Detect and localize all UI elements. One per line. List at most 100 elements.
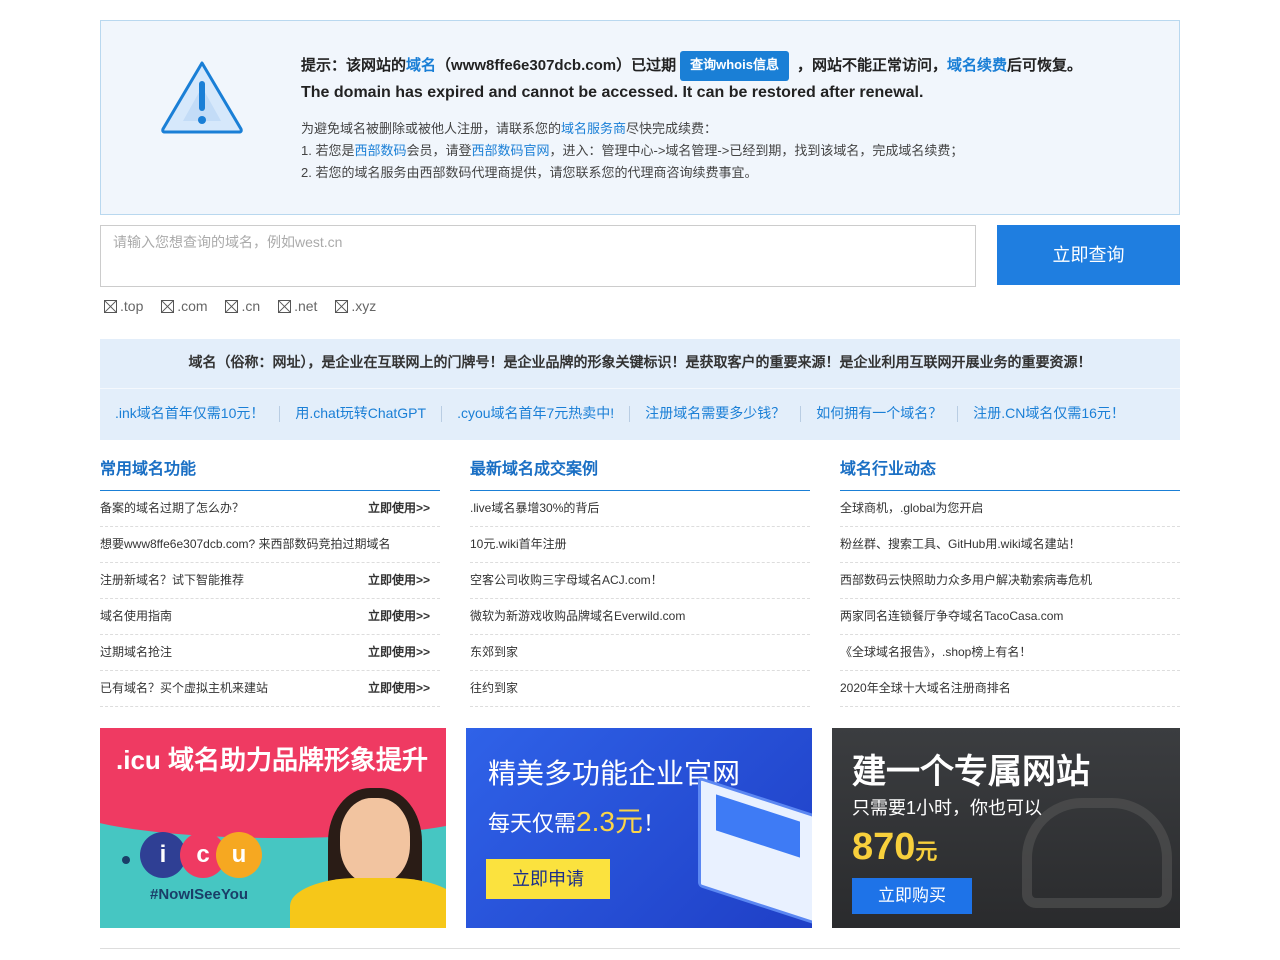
promo-link-ink[interactable]: .ink域名首年仅需10元！ <box>115 389 264 437</box>
tld-checkbox-xyz[interactable]: .xyz <box>335 298 376 314</box>
search-button[interactable]: 立即查询 <box>997 225 1180 285</box>
ad-subtitle: 只需要1小时，你也可以 <box>852 798 1043 818</box>
use-now-link[interactable]: 立即使用>> <box>368 671 430 705</box>
list-item[interactable]: 已有域名？买个虚拟主机来建站 立即使用>> <box>100 671 440 707</box>
list-item[interactable]: 两家同名连锁餐厅争夺域名TacoCasa.com <box>840 599 1180 635</box>
use-now-link[interactable]: 立即使用>> <box>368 635 430 669</box>
promo-link-howto[interactable]: 如何拥有一个域名？ <box>816 389 942 437</box>
domain-link[interactable]: 域名 <box>406 57 436 74</box>
ad-title: 建一个专属网站 <box>852 753 1090 791</box>
list-item[interactable]: 备案的域名过期了怎么办？ 立即使用>> <box>100 491 440 527</box>
list-item[interactable]: 往约到家 <box>470 671 810 707</box>
list-item-text[interactable]: 已有域名？买个虚拟主机来建站 <box>100 681 268 695</box>
divider <box>800 406 802 423</box>
list-item[interactable]: 微软为新游戏收购品牌域名Everwild.com <box>470 599 810 635</box>
notice-line-3: 2. 若您的域名服务由西部数码代理商提供，请您联系您的代理商咨询续费事宜。 <box>301 165 758 180</box>
checkbox-icon[interactable] <box>161 300 175 313</box>
list-item[interactable]: .live域名暴增30%的背后 <box>470 491 810 527</box>
icu-letter-u: u <box>216 832 262 878</box>
column-title: 域名行业动态 <box>840 455 1180 491</box>
list-item[interactable]: 东郊到家 <box>470 635 810 671</box>
ad-price-unit: 元 <box>915 839 938 864</box>
list-item[interactable]: 全球商机，.global为您开启 <box>840 491 1180 527</box>
notice-line-1b: 尽快完成续费： <box>626 121 718 136</box>
notice-line-2a: 1. 若您是 <box>301 143 355 158</box>
divider <box>629 406 631 423</box>
ad-price: 870元 <box>852 826 937 869</box>
expired-notice: 提示：该网站的域名（www8ffe6e307dcb.com）已过期 查询whois… <box>100 20 1180 215</box>
promo-banner: 域名（俗称：网址），是企业在互联网上的门牌号！是企业品牌的形象关键标识！是获取客… <box>100 339 1180 440</box>
divider <box>279 406 281 423</box>
notice-line-1a: 为避免域名被删除或被他人注册，请联系您的 <box>301 121 562 136</box>
ad-sub-suffix: ！ <box>642 811 665 836</box>
domain-search-input[interactable] <box>100 225 976 287</box>
tld-label: .cn <box>241 298 261 314</box>
list-item-text[interactable]: 域名使用指南 <box>100 609 172 623</box>
ad-sub-prefix: 每天仅需 <box>488 811 577 836</box>
notice-english: The domain has expired and cannot be acc… <box>301 84 924 101</box>
list-item[interactable]: 过期域名抢注 立即使用>> <box>100 635 440 671</box>
promo-link-price[interactable]: 注册域名需要多少钱？ <box>645 389 785 437</box>
renew-link[interactable]: 域名续费 <box>947 57 1007 74</box>
use-now-link[interactable]: 立即使用>> <box>368 491 430 525</box>
buy-now-button[interactable]: 立即购买 <box>852 878 972 914</box>
person-body <box>290 878 446 928</box>
notice-title: 提示：该网站的域名（www8ffe6e307dcb.com）已过期 查询whois… <box>301 51 1082 81</box>
notice-instructions: 为避免域名被删除或被他人注册，请联系您的域名服务商尽快完成续费： 1. 若您是西… <box>301 118 963 184</box>
notice-line-2b: 会员，请登 <box>406 143 472 158</box>
ad-price-value: 870 <box>852 826 916 868</box>
west-link[interactable]: 西部数码 <box>354 143 406 158</box>
tld-checkbox-top[interactable]: .top <box>104 298 143 314</box>
list-item[interactable]: 注册新域名？试下智能推荐 立即使用>> <box>100 563 440 599</box>
dot-icon <box>122 856 130 864</box>
list-item[interactable]: 《全球域名报告》，.shop榜上有名！ <box>840 635 1180 671</box>
divider <box>957 406 959 423</box>
deal-cases-column: 最新域名成交案例 .live域名暴增30%的背后 10元.wiki首年注册 空客… <box>470 455 810 707</box>
list-item-text[interactable]: 想要www8ffe6e307dcb.com? 来西部数码竞拍过期域名 <box>100 537 391 551</box>
checkbox-icon[interactable] <box>225 300 239 313</box>
use-now-link[interactable]: 立即使用>> <box>368 563 430 597</box>
provider-link[interactable]: 域名服务商 <box>561 121 626 136</box>
ad-subtitle: 每天仅需2.3元！ <box>488 800 665 840</box>
ad-hashtag: #NowISeeYou <box>150 886 249 903</box>
promo-link-cyou[interactable]: .cyou域名首年7元热卖中! <box>457 389 614 437</box>
divider <box>441 406 443 423</box>
tld-checkbox-net[interactable]: .net <box>278 298 317 314</box>
website-ad-banner[interactable]: 精美多功能企业官网 每天仅需2.3元！ 立即申请 <box>466 728 812 928</box>
checkbox-icon[interactable] <box>278 300 292 313</box>
list-item[interactable]: 域名使用指南 立即使用>> <box>100 599 440 635</box>
list-item[interactable]: 想要www8ffe6e307dcb.com? 来西部数码竞拍过期域名 <box>100 527 440 563</box>
list-item[interactable]: 西部数码云快照助力众多用户解决勒索病毒危机 <box>840 563 1180 599</box>
west-official-link[interactable]: 西部数码官网 <box>472 143 550 158</box>
list-item[interactable]: 粉丝群、搜索工具、GitHub用.wiki域名建站！ <box>840 527 1180 563</box>
notice-title-suffix: 后可恢复。 <box>1006 56 1082 74</box>
tld-label: .xyz <box>351 298 377 314</box>
column-title: 最新域名成交案例 <box>470 455 810 491</box>
list-item[interactable]: 10元.wiki首年注册 <box>470 527 810 563</box>
tld-checkbox-cn[interactable]: .cn <box>225 298 260 314</box>
list-item-text[interactable]: 过期域名抢注 <box>100 645 172 659</box>
notice-domain: （www8ffe6e307dcb.com）已过期 <box>436 56 677 74</box>
checkbox-icon[interactable] <box>104 300 117 313</box>
icu-ad-banner[interactable]: .icu 域名助力品牌形象提升 i c u #NowISeeYou <box>100 728 446 928</box>
whois-button[interactable]: 查询whois信息 <box>680 51 789 81</box>
ad-title: .icu 域名助力品牌形象提升 <box>116 745 429 775</box>
notice-title-middle: ，网站不能正常访问， <box>796 56 947 74</box>
tld-checkbox-com[interactable]: .com <box>161 298 208 314</box>
common-functions-column: 常用域名功能 备案的域名过期了怎么办？ 立即使用>> 想要www8ffe6e307… <box>100 455 440 707</box>
promo-link-cn[interactable]: 注册.CN域名仅需16元！ <box>973 389 1125 437</box>
build-site-ad-banner[interactable]: 建一个专属网站 只需要1小时，你也可以 870元 立即购买 <box>832 728 1180 928</box>
apply-now-button[interactable]: 立即申请 <box>486 859 610 899</box>
warning-icon <box>161 61 243 134</box>
use-now-link[interactable]: 立即使用>> <box>368 599 430 633</box>
tld-label: .net <box>294 298 318 314</box>
list-item[interactable]: 空客公司收购三字母域名ACJ.com！ <box>470 563 810 599</box>
list-item[interactable]: 2020年全球十大域名注册商排名 <box>840 671 1180 707</box>
list-item-text[interactable]: 备案的域名过期了怎么办？ <box>100 501 244 515</box>
column-title: 常用域名功能 <box>100 455 440 491</box>
person-face <box>340 798 410 884</box>
promo-link-chat[interactable]: 用.chat玩转ChatGPT <box>295 389 426 437</box>
checkbox-icon[interactable] <box>335 300 349 313</box>
list-item-text[interactable]: 注册新域名？试下智能推荐 <box>100 573 244 587</box>
cloud-icon <box>1022 798 1172 908</box>
